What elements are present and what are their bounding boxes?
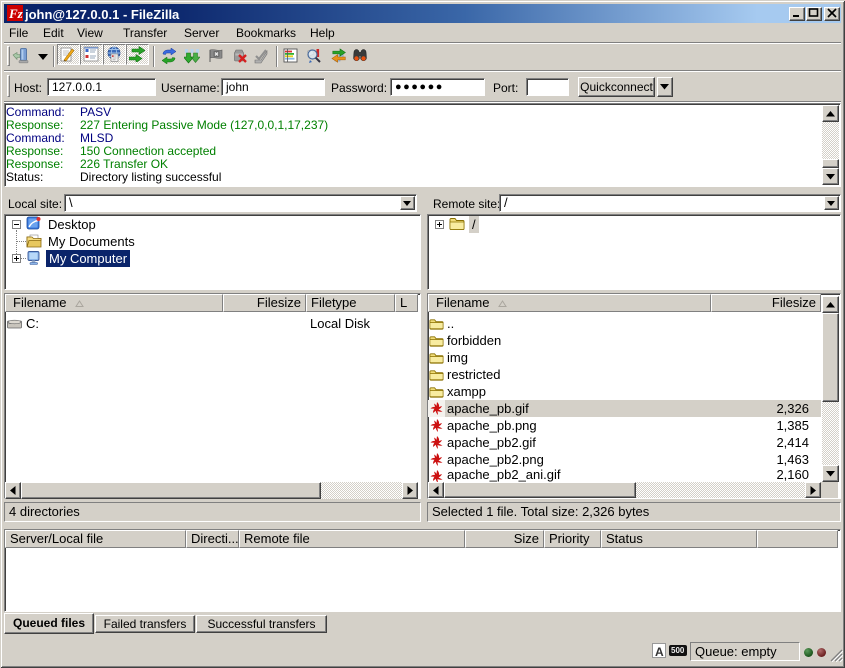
svg-text:Fz: Fz <box>8 6 23 21</box>
